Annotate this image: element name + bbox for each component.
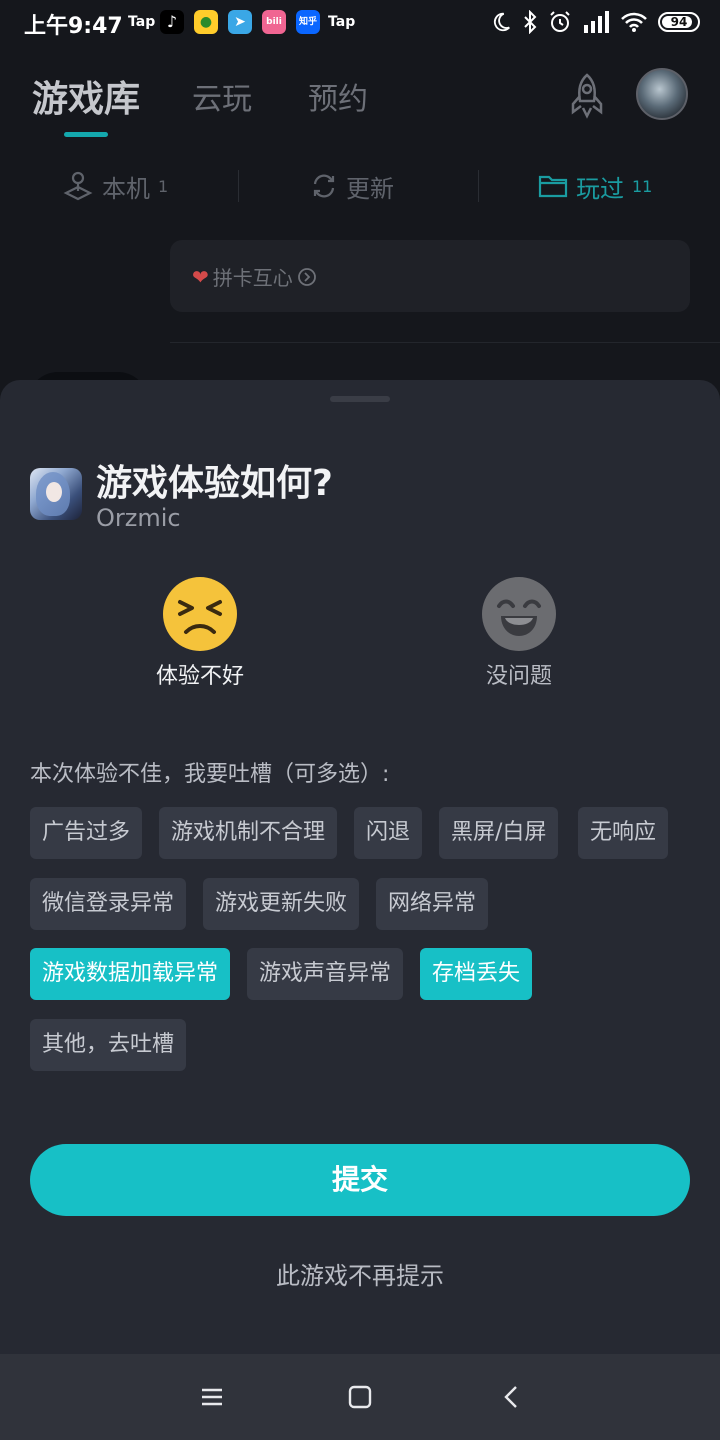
- heart-icon: ❤: [192, 264, 209, 289]
- dont-remind-link[interactable]: 此游戏不再提示: [0, 1256, 720, 1291]
- game-icon: [30, 468, 82, 520]
- option-bad-label: 体验不好: [155, 664, 244, 689]
- promo-banner[interactable]: ❤ 拼卡互心: [170, 240, 690, 312]
- tag-crash[interactable]: 闪退: [354, 807, 423, 859]
- refresh-icon: [313, 174, 335, 198]
- battery-icon: 94: [658, 12, 700, 32]
- tag-data-loading-error[interactable]: 游戏数据加载异常: [30, 948, 231, 1000]
- filter-played-label: 玩过: [576, 174, 624, 203]
- rocket-icon[interactable]: [566, 72, 608, 120]
- wifi-icon: [621, 12, 647, 32]
- frustrated-face-icon: [163, 577, 237, 651]
- tag-network-error[interactable]: 网络异常: [376, 878, 489, 930]
- tag-other-feedback[interactable]: 其他，去吐槽: [30, 1019, 187, 1071]
- tag-black-white-screen[interactable]: 黑屏/白屏: [439, 807, 559, 859]
- tag-unresponsive[interactable]: 无响应: [578, 807, 669, 859]
- option-no-problem[interactable]: 没问题: [449, 576, 589, 696]
- filter-update[interactable]: 更新: [310, 170, 394, 203]
- home-icon[interactable]: [345, 1382, 375, 1412]
- tag-too-many-ads[interactable]: 广告过多: [30, 807, 143, 859]
- back-icon[interactable]: [497, 1382, 527, 1412]
- filter-played[interactable]: 玩过 11: [538, 170, 653, 203]
- submit-button[interactable]: 提交: [30, 1144, 690, 1216]
- filter-bar: 本机 1 更新 玩过 11: [0, 160, 720, 212]
- filter-played-count: 11: [632, 176, 653, 196]
- bilibili-icon: bili: [262, 10, 286, 34]
- system-nav-bar: [0, 1354, 720, 1440]
- top-nav: 游戏库 云玩 预约: [0, 60, 720, 140]
- status-bar: 上午9:47 Tap ♪ ● ➤ bili 知乎 Tap 94: [0, 0, 720, 44]
- filter-local-count: 1: [158, 176, 169, 196]
- sheet-handle[interactable]: [330, 396, 390, 402]
- status-indicators: 94: [490, 8, 700, 36]
- signal-icon: [584, 11, 609, 33]
- alarm-icon: [550, 11, 570, 32]
- tab-game-library[interactable]: 游戏库: [32, 70, 140, 122]
- chevron-right-circle-icon: [297, 267, 316, 286]
- complain-prompt: 本次体验不佳，我要吐槽（可多选）:: [30, 762, 390, 787]
- smiling-face-icon: [482, 577, 556, 651]
- filter-local[interactable]: 本机 1: [62, 170, 169, 203]
- filter-local-label: 本机: [102, 174, 150, 203]
- banner-text: 拼卡互心: [212, 266, 293, 290]
- status-time: 上午9:47: [24, 14, 123, 39]
- moon-icon: [493, 12, 510, 32]
- sheet-title: 游戏体验如何?: [96, 463, 333, 504]
- active-tab-indicator: [64, 132, 108, 137]
- menu-icon[interactable]: [197, 1382, 227, 1412]
- filter-update-label: 更新: [346, 174, 394, 203]
- joystick-icon: [63, 171, 93, 201]
- tag-sound-error[interactable]: 游戏声音异常: [247, 948, 404, 1000]
- douyin-icon: ♪: [160, 10, 184, 34]
- bluetooth-icon: [524, 10, 537, 34]
- taptap-icon: Tap: [128, 14, 156, 30]
- tag-save-lost[interactable]: 存档丢失: [420, 948, 533, 1000]
- user-avatar[interactable]: [636, 68, 688, 120]
- feedback-sheet: 游戏体验如何? Orzmic 体验不好 没问题 本次体验不佳，我要吐槽（可多选）…: [0, 380, 720, 1354]
- telegram-icon: ➤: [228, 10, 252, 34]
- battery-level: 94: [670, 15, 688, 29]
- tab-cloud-play[interactable]: 云玩: [192, 74, 252, 118]
- taptap-icon-2: Tap: [328, 14, 356, 30]
- tag-wechat-login-error[interactable]: 微信登录异常: [30, 878, 187, 930]
- tab-reservation[interactable]: 预约: [308, 74, 368, 118]
- zhihu-icon: 知乎: [296, 10, 320, 34]
- option-bad-experience[interactable]: 体验不好: [130, 576, 270, 696]
- folder-icon: [538, 175, 568, 198]
- tag-unreasonable-mechanics[interactable]: 游戏机制不合理: [159, 807, 338, 859]
- option-ok-label: 没问题: [485, 664, 552, 689]
- tag-update-failed[interactable]: 游戏更新失败: [203, 878, 360, 930]
- melon-icon: ●: [194, 10, 218, 34]
- game-name: Orzmic: [96, 504, 181, 532]
